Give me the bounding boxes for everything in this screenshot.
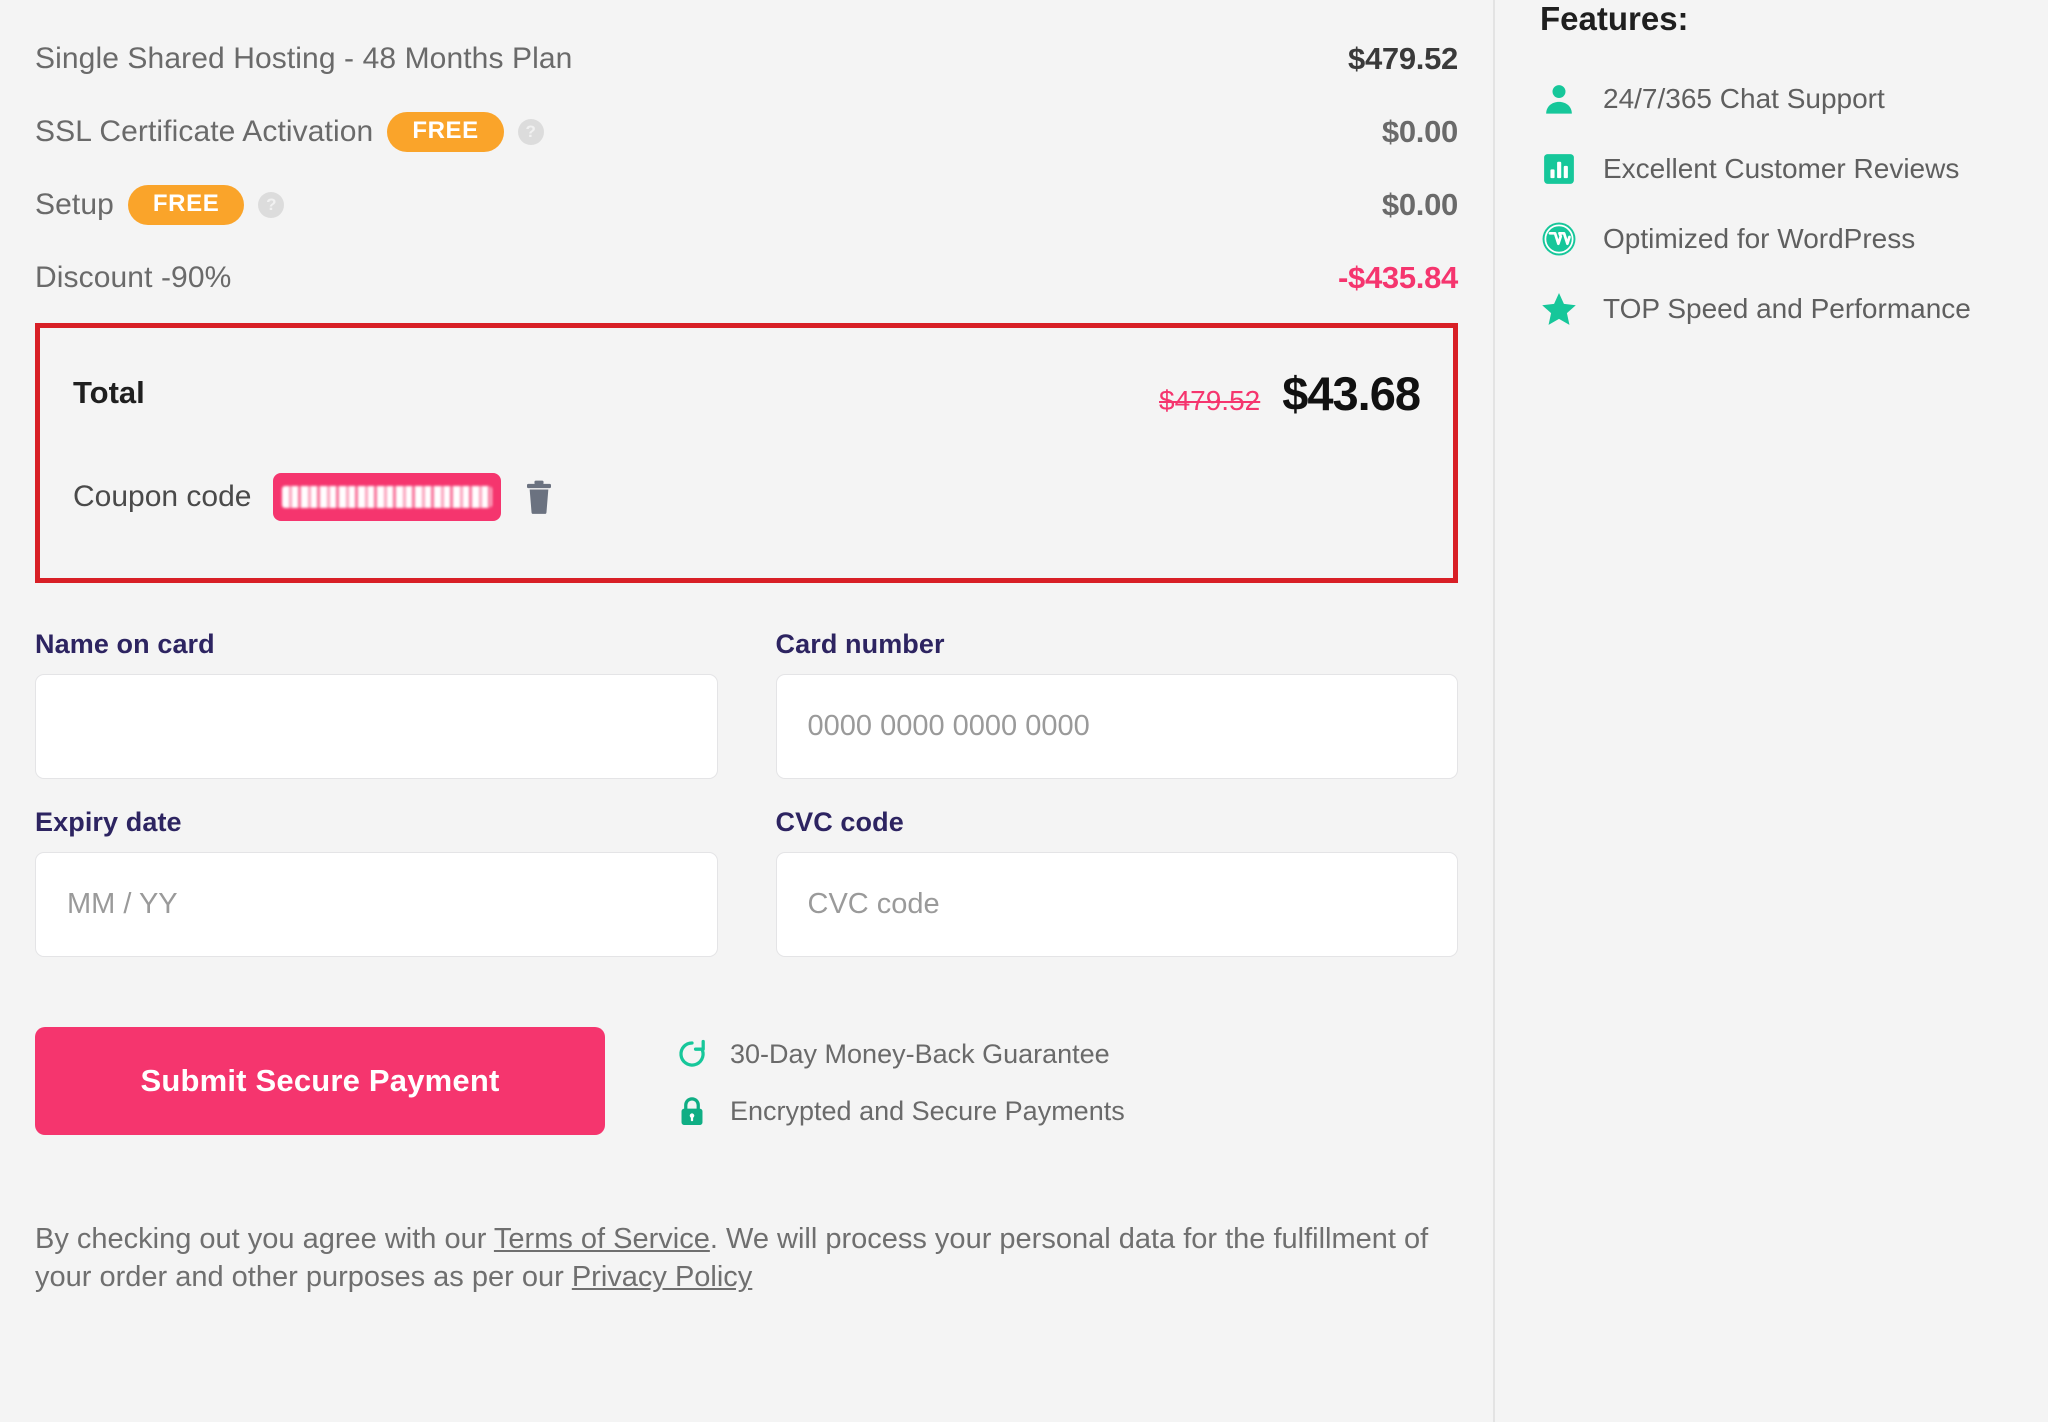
ssl-name: SSL Certificate Activation [35, 114, 374, 148]
free-badge-ssl: FREE [387, 111, 504, 152]
discount-price: -$435.84 [1338, 259, 1458, 295]
trust-item-money-back: 30-Day Money-Back Guarantee [675, 1037, 1125, 1071]
trust-label-encrypted: Encrypted and Secure Payments [730, 1095, 1125, 1126]
form-row-expiry-cvc: Expiry date CVC code [35, 807, 1458, 957]
total-final-price: $43.68 [1282, 366, 1421, 420]
coupon-label: Coupon code [73, 479, 252, 513]
label-name-on-card: Name on card [35, 629, 215, 659]
person-icon [1546, 85, 1572, 114]
label-cvc-code: CVC code [775, 807, 904, 837]
summary-label-ssl: SSL Certificate Activation FREE ? [35, 111, 544, 152]
submit-secure-payment-button[interactable]: Submit Secure Payment [35, 1027, 605, 1135]
cvc-code-input[interactable] [775, 852, 1458, 957]
terms-of-service-link[interactable]: Terms of Service [494, 1223, 710, 1255]
info-icon-ssl[interactable]: ? [517, 118, 544, 145]
features-sidebar: Features: 24/7/365 Chat Support Excellen… [1495, 0, 2048, 1422]
coupon-code-redacted-value [282, 485, 493, 508]
feature-label-speed: TOP Speed and Performance [1603, 293, 1971, 324]
form-row-name-card: Name on card Card number [35, 629, 1458, 779]
coupon-row: Coupon code [73, 444, 1420, 549]
field-cvc-code: CVC code [775, 807, 1458, 957]
checkout-page: Single Shared Hosting - 48 Months Plan $… [0, 0, 2048, 1422]
field-name-on-card: Name on card [35, 629, 718, 779]
feature-label-customer-reviews: Excellent Customer Reviews [1603, 153, 1960, 184]
label-card-number: Card number [775, 629, 945, 659]
discount-name: Discount -90% [35, 260, 232, 294]
privacy-policy-link[interactable]: Privacy Policy [572, 1261, 753, 1293]
setup-name: Setup [35, 187, 114, 221]
feature-item-customer-reviews: Excellent Customer Reviews [1540, 134, 2008, 204]
payment-form: Name on card Card number Expiry date CVC… [35, 629, 1458, 957]
plan-price: $479.52 [1348, 40, 1458, 76]
summary-row-plan: Single Shared Hosting - 48 Months Plan $… [35, 22, 1458, 95]
expiry-date-input[interactable] [35, 852, 718, 957]
feature-item-wordpress: Optimized for WordPress [1540, 204, 2008, 274]
refresh-icon [679, 1039, 705, 1067]
summary-label-plan: Single Shared Hosting - 48 Months Plan [35, 42, 572, 76]
star-icon [1542, 293, 1576, 325]
lock-icon [681, 1097, 703, 1126]
wordpress-icon [1542, 222, 1576, 256]
plan-name: Single Shared Hosting - 48 Months Plan [35, 41, 573, 75]
feature-label-chat-support: 24/7/365 Chat Support [1603, 83, 1885, 114]
field-card-number: Card number [775, 629, 1458, 779]
card-number-input[interactable] [775, 674, 1458, 779]
summary-label-setup: Setup FREE ? [35, 184, 285, 225]
feature-item-chat-support: 24/7/365 Chat Support [1540, 64, 2008, 134]
submit-area: Submit Secure Payment 30-Day Money-Back … [35, 1027, 1458, 1135]
features-title: Features: [1540, 0, 1689, 37]
total-original-price: $479.52 [1159, 384, 1261, 416]
checkout-main-panel: Single Shared Hosting - 48 Months Plan $… [0, 0, 1495, 1422]
feature-item-speed: TOP Speed and Performance [1540, 274, 2008, 344]
legal-disclaimer: By checking out you agree with our Terms… [35, 1220, 1435, 1297]
feature-label-wordpress: Optimized for WordPress [1603, 223, 1916, 254]
summary-row-discount: Discount -90% -$435.84 [35, 241, 1458, 314]
coupon-code-chip [273, 472, 502, 521]
summary-label-discount: Discount -90% [35, 261, 231, 295]
ssl-price: $0.00 [1381, 113, 1458, 149]
delete-coupon-button[interactable] [523, 479, 555, 515]
summary-row-setup: Setup FREE ? $0.00 [35, 168, 1458, 241]
order-summary: Single Shared Hosting - 48 Months Plan $… [35, 0, 1458, 314]
total-values: $479.52 $43.68 [1159, 366, 1421, 421]
total-and-coupon-highlight: Total $479.52 $43.68 Coupon code [35, 323, 1458, 583]
info-icon-setup[interactable]: ? [258, 191, 285, 218]
free-badge-setup: FREE [127, 184, 245, 225]
trust-badges: 30-Day Money-Back Guarantee Encrypted an… [675, 1027, 1125, 1128]
label-expiry-date: Expiry date [35, 807, 182, 837]
total-label: Total [73, 375, 145, 410]
trust-item-encrypted: Encrypted and Secure Payments [675, 1094, 1125, 1128]
summary-row-ssl: SSL Certificate Activation FREE ? $0.00 [35, 95, 1458, 168]
field-expiry-date: Expiry date [35, 807, 718, 957]
total-row: Total $479.52 $43.68 [73, 328, 1421, 458]
trust-label-money-back: 30-Day Money-Back Guarantee [730, 1038, 1110, 1069]
legal-text-part1: By checking out you agree with our [35, 1223, 494, 1255]
name-on-card-input[interactable] [35, 674, 718, 779]
bar-chart-icon [1544, 154, 1574, 184]
setup-price: $0.00 [1381, 186, 1458, 222]
